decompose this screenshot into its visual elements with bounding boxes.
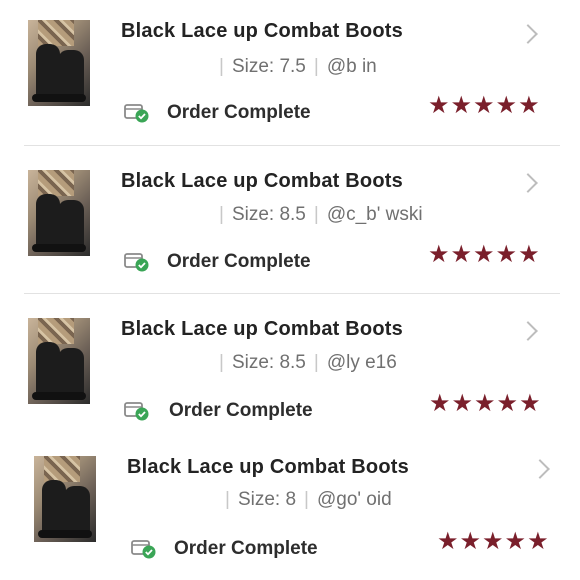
star-icon: ★ bbox=[451, 390, 474, 417]
order-list: Black Lace up Combat Boots | Size: 7.5 | @b… bbox=[0, 0, 580, 580]
star-icon: ★ bbox=[437, 528, 459, 555]
star-icon: ★ bbox=[495, 241, 518, 268]
rating-stars: ★ ★ ★ ★ ★ bbox=[428, 243, 540, 267]
order-meta: | Size: 8 | @go' oid bbox=[127, 489, 392, 511]
package-check-icon bbox=[124, 253, 149, 272]
size-label: Size: 7.5 bbox=[231, 56, 306, 77]
separator: | bbox=[219, 204, 224, 225]
chevron-right-icon[interactable] bbox=[530, 459, 550, 479]
star-icon: ★ bbox=[450, 241, 473, 268]
product-thumbnail[interactable] bbox=[28, 170, 90, 256]
username: @b in bbox=[326, 56, 377, 77]
divider bbox=[24, 293, 560, 294]
size-label: Size: 8.5 bbox=[231, 204, 306, 225]
star-icon: ★ bbox=[428, 241, 450, 268]
order-row[interactable]: Black Lace up Combat Boots | Size: 8.5 | @c… bbox=[0, 148, 580, 296]
username: @c_b' wski bbox=[326, 204, 423, 225]
username: @go' oid bbox=[316, 489, 392, 510]
star-icon: ★ bbox=[428, 92, 450, 119]
order-meta: | Size: 8.5 | @ly e16 bbox=[121, 352, 397, 374]
separator: | bbox=[313, 56, 319, 77]
separator: | bbox=[219, 352, 224, 373]
product-title: Black Lace up Combat Boots bbox=[121, 318, 403, 340]
product-title: Black Lace up Combat Boots bbox=[121, 170, 403, 192]
star-icon: ★ bbox=[495, 92, 518, 119]
product-title: Black Lace up Combat Boots bbox=[127, 456, 409, 478]
status-text: Order Complete bbox=[174, 538, 318, 559]
chevron-right-icon[interactable] bbox=[518, 173, 538, 193]
status-text: Order Complete bbox=[167, 251, 311, 272]
product-thumbnail[interactable] bbox=[34, 456, 96, 542]
chevron-right-icon[interactable] bbox=[518, 24, 538, 44]
product-thumbnail[interactable] bbox=[28, 20, 90, 106]
separator: | bbox=[225, 489, 230, 510]
star-icon: ★ bbox=[473, 241, 495, 268]
product-thumbnail[interactable] bbox=[28, 318, 90, 404]
rating-stars: ★ ★ ★ ★ ★ bbox=[428, 94, 540, 118]
divider bbox=[24, 145, 560, 146]
star-icon: ★ bbox=[496, 390, 519, 417]
order-row[interactable]: Black Lace up Combat Boots | Size: 7.5 | @b… bbox=[0, 0, 580, 148]
size-label: Size: 8 bbox=[237, 489, 297, 510]
separator: | bbox=[313, 352, 319, 373]
package-check-icon bbox=[124, 402, 149, 421]
star-icon: ★ bbox=[518, 241, 540, 268]
star-icon: ★ bbox=[504, 528, 527, 555]
star-icon: ★ bbox=[429, 390, 451, 417]
status-text: Order Complete bbox=[167, 102, 311, 123]
product-title: Black Lace up Combat Boots bbox=[121, 20, 403, 42]
package-check-icon bbox=[124, 104, 149, 123]
chevron-right-icon[interactable] bbox=[518, 321, 538, 341]
star-icon: ★ bbox=[474, 390, 496, 417]
star-icon: ★ bbox=[482, 528, 504, 555]
star-icon: ★ bbox=[519, 390, 541, 417]
star-icon: ★ bbox=[459, 528, 482, 555]
order-meta: | Size: 8.5 | @c_b' wski bbox=[121, 204, 423, 226]
order-row[interactable]: Black Lace up Combat Boots | Size: 8.5 | @l… bbox=[0, 296, 580, 444]
status-text: Order Complete bbox=[169, 400, 313, 421]
order-row[interactable]: Black Lace up Combat Boots | Size: 8 | @go'… bbox=[0, 444, 580, 580]
star-icon: ★ bbox=[473, 92, 495, 119]
package-check-icon bbox=[131, 540, 156, 559]
username: @ly e16 bbox=[326, 352, 397, 373]
separator: | bbox=[219, 56, 224, 77]
rating-stars: ★ ★ ★ ★ ★ bbox=[429, 392, 541, 416]
order-meta: | Size: 7.5 | @b in bbox=[121, 56, 377, 78]
rating-stars: ★ ★ ★ ★ ★ bbox=[437, 530, 549, 554]
star-icon: ★ bbox=[518, 92, 540, 119]
separator: | bbox=[313, 204, 319, 225]
size-label: Size: 8.5 bbox=[231, 352, 306, 373]
star-icon: ★ bbox=[450, 92, 473, 119]
star-icon: ★ bbox=[527, 528, 549, 555]
separator: | bbox=[304, 489, 309, 510]
